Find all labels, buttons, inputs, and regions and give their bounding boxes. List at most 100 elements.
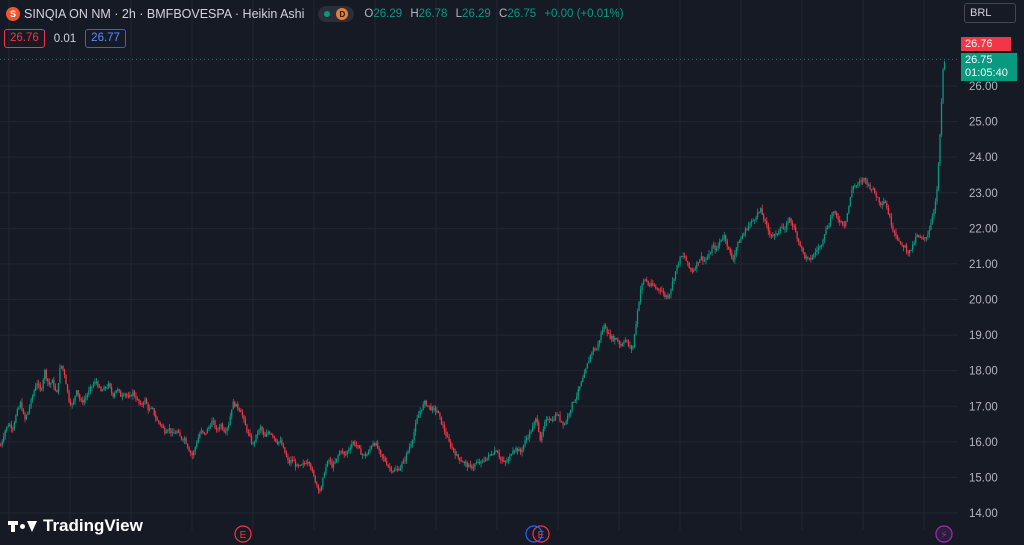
- candle-body: [28, 407, 31, 412]
- candle-body: [919, 236, 921, 238]
- candle-body: [490, 454, 493, 456]
- candle-body: [697, 262, 699, 264]
- candle-body: [633, 334, 636, 347]
- candle-body: [443, 425, 446, 432]
- candle-body: [367, 451, 370, 455]
- candle-body: [106, 387, 108, 389]
- candle-body: [272, 434, 274, 437]
- candle-body: [931, 216, 934, 223]
- price-chart[interactable]: 14.00 15.00 16.00 17.00 18.00 19.00 20.00 21.00…: [0, 0, 1024, 545]
- candle-body: [601, 330, 604, 334]
- candle-body: [194, 447, 196, 452]
- candle-body: [878, 197, 880, 203]
- close-value: 26.75: [507, 8, 537, 20]
- candle-body: [760, 208, 762, 212]
- candle-body: [211, 420, 213, 427]
- candle-body: [674, 271, 677, 279]
- candle-body: [228, 425, 230, 428]
- candle-body: [171, 432, 174, 434]
- candle-body: [314, 475, 316, 483]
- candle-body: [539, 431, 541, 441]
- candle-body: [881, 203, 883, 205]
- candle-body: [655, 286, 657, 289]
- candle-body: [395, 469, 397, 471]
- candle-body: [386, 461, 388, 466]
- candle-body: [36, 383, 38, 387]
- chart-legend: S SINQIA ON NM · 2h · BMFBOVESPA · Heiki…: [6, 6, 629, 22]
- tradingview-logo[interactable]: TradingView: [8, 516, 143, 536]
- candle-body: [373, 443, 376, 446]
- candle-body: [15, 415, 17, 423]
- candle-body: [793, 225, 795, 228]
- candle-body: [297, 464, 300, 466]
- candle-body: [74, 395, 76, 402]
- candle-body: [428, 405, 430, 407]
- candle-body: [396, 469, 399, 471]
- candle-body: [351, 443, 353, 448]
- candle-body: [76, 390, 78, 396]
- candle-body: [41, 388, 43, 390]
- candle-body: [256, 433, 259, 435]
- candle-body: [720, 239, 722, 242]
- candle-body: [133, 391, 136, 397]
- candle-body: [892, 225, 894, 231]
- buy-button[interactable]: 26.77: [85, 29, 126, 48]
- candle-body: [86, 394, 88, 398]
- candle-body: [782, 227, 785, 230]
- candle-body: [405, 453, 408, 461]
- sell-button[interactable]: 26.76: [4, 29, 45, 48]
- candle-body: [677, 263, 680, 266]
- candle-body: [39, 384, 41, 390]
- candle-body: [101, 390, 104, 392]
- candle-body: [611, 335, 613, 339]
- symbol-logo[interactable]: S: [6, 7, 20, 21]
- candle-body: [217, 428, 219, 430]
- candle-body: [787, 221, 789, 224]
- candle-body: [234, 401, 236, 407]
- market-status[interactable]: D: [318, 6, 355, 22]
- candle-body: [422, 404, 424, 410]
- candle-body: [528, 431, 531, 438]
- candle-body: [433, 407, 435, 409]
- candle-body: [100, 386, 102, 391]
- candle-body: [320, 486, 323, 491]
- candle-body: [117, 389, 119, 391]
- candle-body: [249, 432, 251, 437]
- candle-body: [331, 461, 333, 468]
- candle-body: [334, 461, 336, 464]
- candle-body: [728, 246, 730, 249]
- candle-body: [632, 346, 634, 349]
- candle-body: [329, 460, 332, 462]
- price-axis-label: 18.00: [969, 366, 998, 378]
- candle-body: [127, 395, 129, 397]
- candle-body: [267, 432, 269, 434]
- candle-body: [463, 462, 465, 464]
- candle-body: [877, 196, 879, 198]
- candle-body: [573, 401, 575, 403]
- candle-body: [588, 360, 590, 364]
- candle-body: [644, 279, 646, 281]
- candle-body: [509, 455, 511, 460]
- candle-body: [551, 419, 554, 421]
- candle-body: [676, 265, 678, 272]
- currency-selector[interactable]: BRL: [964, 3, 1016, 23]
- market-open-dot-icon: [324, 11, 331, 17]
- candle-body: [836, 212, 838, 217]
- candle-body: [360, 448, 362, 455]
- candle-body: [177, 431, 180, 433]
- candle-body: [560, 420, 563, 422]
- candle-body: [597, 343, 599, 350]
- candle-body: [670, 288, 672, 295]
- candle-body: [576, 396, 578, 400]
- candle-body: [47, 378, 49, 383]
- candle-body: [66, 384, 69, 392]
- candle-body: [492, 454, 494, 456]
- candle-body: [238, 408, 240, 411]
- earnings-marker-label: E: [240, 530, 247, 541]
- symbol-title[interactable]: SINQIA ON NM · 2h · BMFBOVESPA · Heikin …: [24, 7, 304, 21]
- candle-body: [918, 234, 920, 237]
- candle-body: [566, 415, 569, 422]
- candle-body: [148, 408, 151, 410]
- candle-body: [500, 457, 502, 460]
- candle-body: [60, 365, 63, 368]
